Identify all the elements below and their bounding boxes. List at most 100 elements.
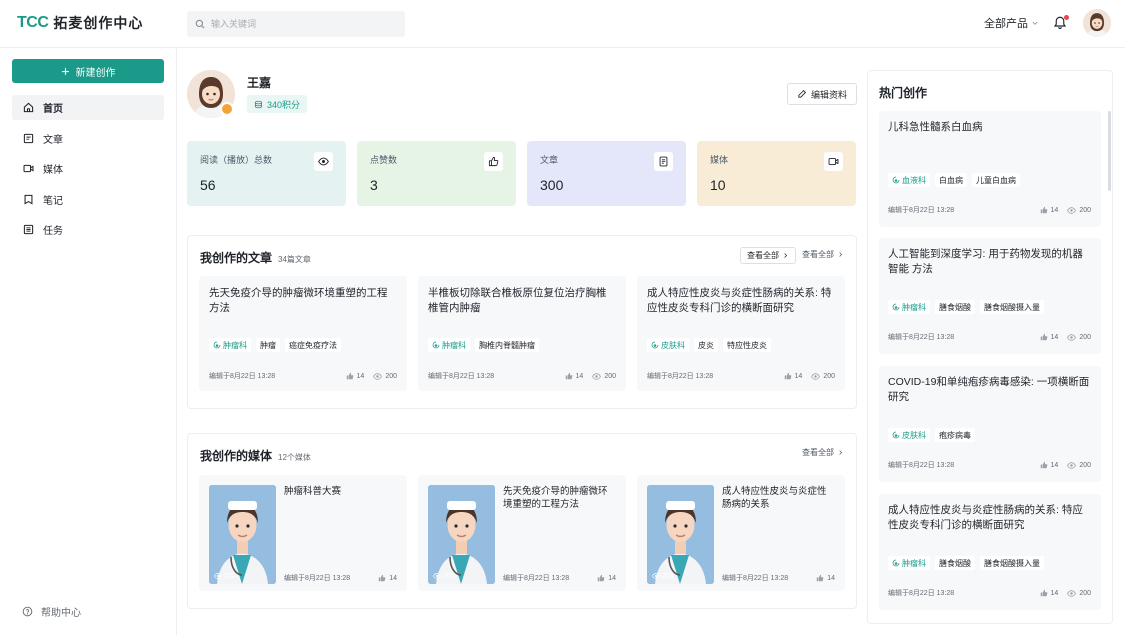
edited-time: 编辑于8月22日 13:28	[647, 373, 714, 380]
search-box[interactable]	[187, 11, 405, 37]
likes-value: 14	[389, 574, 397, 582]
sidebar-item-notes[interactable]: 笔记	[12, 187, 164, 212]
brand-logo[interactable]: TCC 拓麦创作中心	[17, 13, 143, 33]
stat-value: 3	[370, 177, 378, 193]
likes-value: 14	[1050, 333, 1059, 341]
eye-icon	[314, 152, 333, 171]
stat-card-likes: 点赞数 3	[357, 141, 516, 206]
eye-icon	[433, 572, 441, 580]
views-value: 200	[1079, 206, 1091, 214]
stat-card-articles: 文章 300	[527, 141, 686, 206]
topic-tag[interactable]: 膳食烟酸摄入量	[980, 300, 1044, 314]
thumb-up-icon	[1040, 333, 1048, 341]
department-icon	[892, 431, 900, 439]
edit-profile-button[interactable]: 编辑资料	[787, 83, 857, 105]
likes-count: 14	[1040, 589, 1059, 597]
topic-tag[interactable]: 白血病	[935, 173, 967, 187]
doctor-illustration	[428, 485, 495, 584]
products-label: 全部产品	[984, 18, 1028, 30]
media-card[interactable]: 200 成人特应性皮炎与炎症性肠病的关系 编辑于8月22日 13:28 14	[637, 475, 845, 591]
media-title: 成人特应性皮炎与炎症性肠病的关系	[722, 486, 827, 510]
department-tag[interactable]: 肿瘤科	[888, 556, 930, 570]
media-thumbnail[interactable]: 200	[428, 485, 495, 584]
thumb-up-icon	[565, 372, 573, 380]
media-thumbnail[interactable]: 200	[209, 485, 276, 584]
views-value: 200	[224, 572, 236, 580]
notification-bell[interactable]	[1053, 15, 1069, 31]
coins-icon	[254, 100, 263, 108]
hot-title: 儿科急性髓系白血病	[888, 121, 983, 133]
department-tag[interactable]: 血液科	[888, 173, 930, 187]
department-tag[interactable]: 肿瘤科	[888, 300, 930, 314]
article-title: 成人特应性皮炎与炎症性肠病的关系: 特应性皮炎专科门诊的横断面研究	[647, 287, 832, 314]
stat-label: 点赞数	[370, 155, 398, 165]
stat-label: 阅读（播放）总数	[200, 155, 273, 165]
department-tag[interactable]: 肿瘤科	[209, 338, 251, 352]
likes-count: 14	[816, 574, 835, 582]
topic-tag[interactable]: 疱疹病毒	[935, 428, 975, 442]
topic-tag[interactable]: 膳食烟酸	[935, 556, 975, 570]
topic-tag[interactable]: 癌症免疫疗法	[285, 338, 341, 352]
likes-count: 14	[565, 372, 583, 380]
media-count: 12个媒体	[278, 453, 311, 462]
article-card[interactable]: 先天免疫介导的肿瘤微环境重塑的工程方法 肿瘤科 肿瘤 癌症免疫疗法 编辑于8月2…	[199, 276, 407, 391]
sidebar-item-articles[interactable]: 文章	[12, 126, 164, 151]
eye-icon	[373, 372, 382, 381]
chevron-right-icon	[782, 252, 789, 259]
see-all-articles-button[interactable]: 查看全部	[740, 247, 796, 264]
likes-value: 14	[1050, 589, 1059, 597]
topic-tag[interactable]: 膳食烟酸摄入量	[980, 556, 1044, 570]
new-creation-button[interactable]: 新建创作	[12, 59, 164, 83]
department-label: 血液科	[902, 175, 926, 185]
sidebar-item-home[interactable]: 首页	[12, 95, 164, 120]
views-count: 200	[1067, 461, 1091, 470]
media-card[interactable]: 200 肿瘤科普大赛 编辑于8月22日 13:28 14	[199, 475, 407, 591]
topic-tag[interactable]: 胸椎内脊髓肿瘤	[475, 338, 539, 352]
topic-tag[interactable]: 皮炎	[694, 338, 718, 352]
department-tag[interactable]: 肿瘤科	[428, 338, 470, 352]
views-value: 200	[823, 372, 835, 380]
section-title: 我创作的媒体 12个媒体	[200, 447, 311, 464]
hot-card[interactable]: COVID-19和单纯疱疹病毒感染: 一项横断面研究 皮肤科 疱疹病毒 编辑于8…	[879, 366, 1101, 482]
sidebar-item-tasks[interactable]: 任务	[12, 217, 164, 242]
see-all-media-link[interactable]: 查看全部	[802, 447, 844, 458]
hot-card[interactable]: 儿科急性髓系白血病 血液科 白血病 儿童白血病 编辑于8月22日 13:28 1…	[879, 111, 1101, 227]
views-count: 200	[1067, 333, 1091, 342]
media-card[interactable]: 200 先天免疫介导的肿瘤微环境重塑的工程方法 编辑于8月22日 13:28 1…	[418, 475, 626, 591]
hot-card[interactable]: 人工智能到深度学习: 用于药物发现的机器 智能 方法 肿瘤科 膳食烟酸 膳食烟酸…	[879, 238, 1101, 354]
help-center-link[interactable]: 帮助中心	[22, 604, 81, 619]
topic-tag[interactable]: 肿瘤	[256, 338, 280, 352]
sidebar-item-media[interactable]: 媒体	[12, 156, 164, 181]
doctor-illustration	[647, 485, 714, 584]
department-tag[interactable]: 皮肤科	[888, 428, 930, 442]
likes-value: 14	[608, 574, 616, 582]
media-icon	[23, 164, 34, 173]
new-creation-label: 新建创作	[75, 67, 116, 79]
topic-tag[interactable]: 儿童白血病	[972, 173, 1020, 187]
media-thumbnail[interactable]: 200	[647, 485, 714, 584]
topic-tag[interactable]: 特应性皮炎	[723, 338, 771, 352]
views-value: 200	[385, 372, 397, 380]
edited-time: 编辑于8月22日 13:28	[888, 207, 955, 214]
stat-card-reads: 阅读（播放）总数 56	[187, 141, 346, 206]
views-value: 200	[1079, 461, 1091, 469]
user-avatar[interactable]	[1083, 9, 1111, 37]
department-label: 肿瘤科	[902, 558, 926, 568]
likes-count: 14	[1040, 206, 1058, 214]
article-card[interactable]: 半椎板切除联合椎板原位复位治疗胸椎椎管内肿瘤 肿瘤科 胸椎内脊髓肿瘤 编辑于8月…	[418, 276, 626, 391]
media-title: 肿瘤科普大赛	[284, 486, 342, 497]
sidebar-item-label: 任务	[43, 226, 63, 237]
hot-card[interactable]: 成人特应性皮炎与炎症性肠病的关系: 特应性皮炎专科门诊的横断面研究 肿瘤科 膳食…	[879, 494, 1101, 610]
see-all-articles-link[interactable]: 查看全部	[802, 249, 844, 260]
thumb-up-icon	[378, 574, 386, 582]
products-dropdown[interactable]: 全部产品	[984, 15, 1039, 31]
topic-tag[interactable]: 膳食烟酸	[935, 300, 975, 314]
views-value: 200	[1079, 333, 1091, 341]
thumb-up-icon	[1040, 461, 1048, 469]
article-card[interactable]: 成人特应性皮炎与炎症性肠病的关系: 特应性皮炎专科门诊的横断面研究 皮肤科 皮炎…	[637, 276, 845, 391]
department-icon	[892, 559, 900, 567]
search-input[interactable]	[211, 19, 391, 29]
scrollbar[interactable]	[1108, 111, 1111, 191]
department-tag[interactable]: 皮肤科	[647, 338, 689, 352]
eye-icon	[1067, 461, 1076, 470]
